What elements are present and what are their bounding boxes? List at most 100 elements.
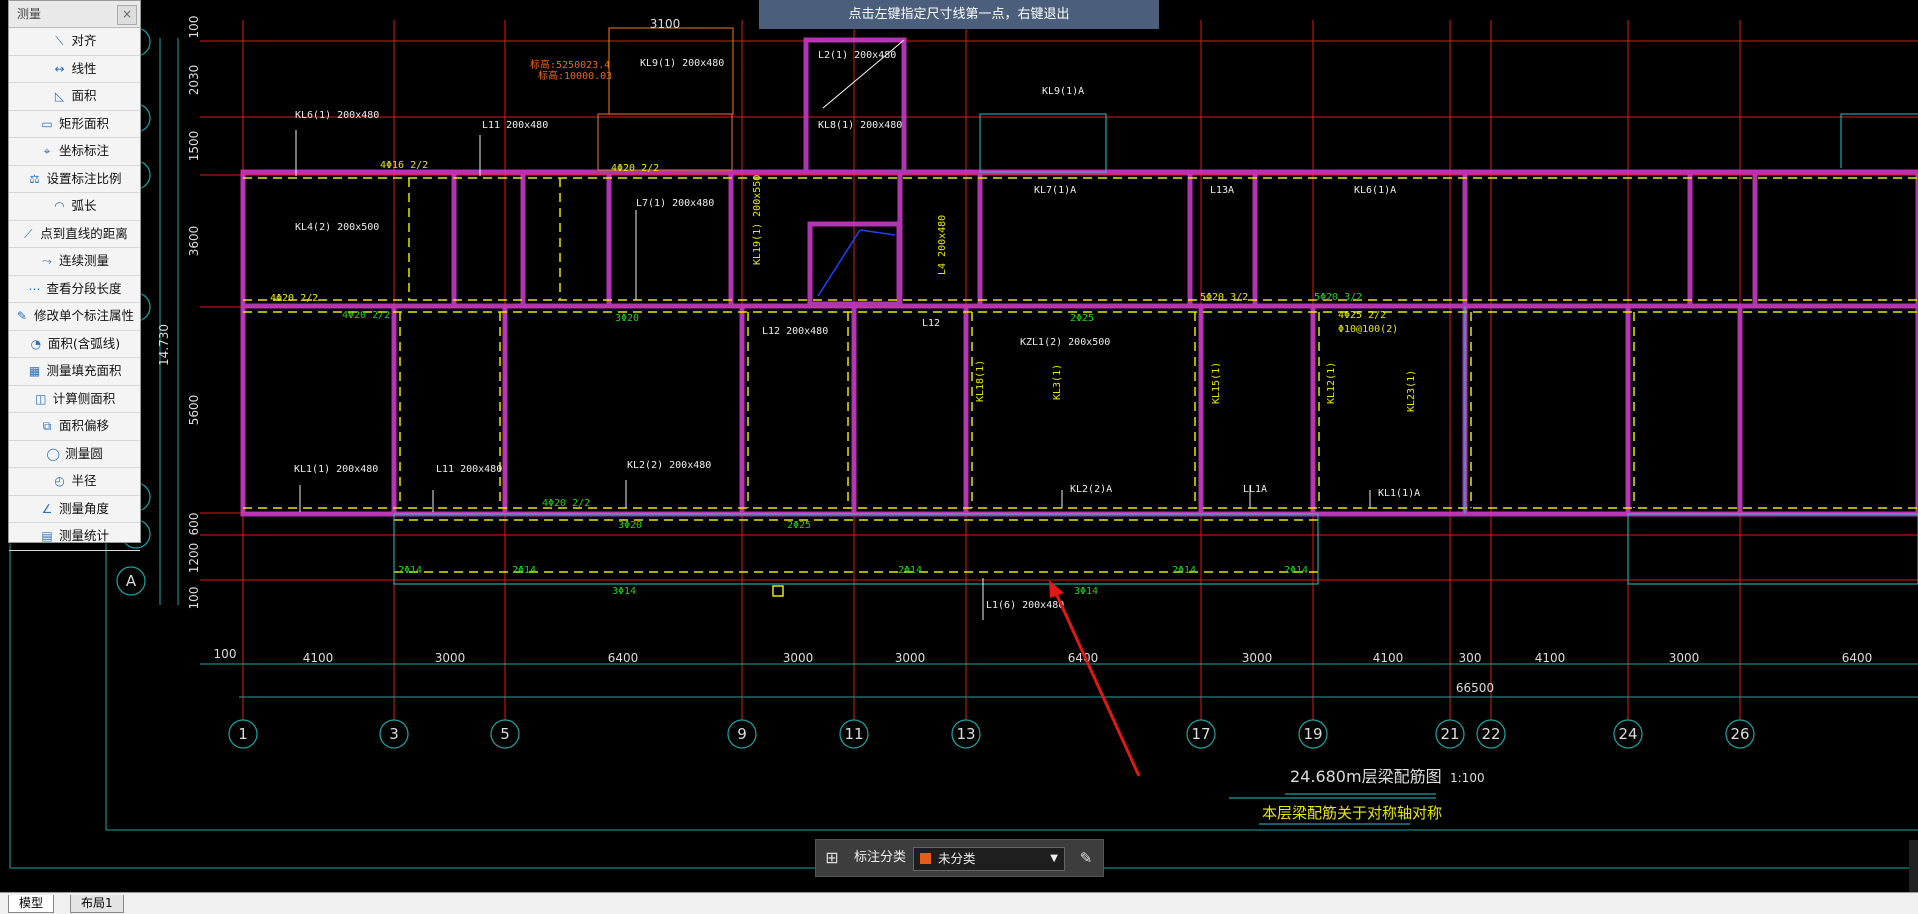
dim-text: 1500 [187, 131, 201, 162]
point-line-icon: ⟋ [24, 226, 33, 241]
axis-label: 13 [956, 725, 975, 743]
axis-label: 11 [844, 725, 863, 743]
beam-label: KL1(1)A [1378, 488, 1420, 499]
dim-text: 600 [187, 513, 201, 536]
dim-text: 3000 [895, 651, 926, 665]
measure-tool-label: 设置标注比例 [46, 170, 122, 186]
dim-text: 2030 [187, 65, 201, 96]
beam-label: KL7(1)A [1034, 185, 1076, 196]
measure-tool-button[interactable]: ⧉ 面积偏移 [9, 413, 140, 441]
radius-icon: ◴ [54, 474, 65, 488]
beam-label: KL15(1) [1211, 362, 1222, 404]
stats-icon: ▤ [41, 529, 53, 543]
measure-tool-button[interactable]: ⟍ 对齐 [9, 28, 140, 56]
dim-text: 3100 [650, 17, 681, 31]
tool-list: ⟍ 对齐 ↔ 线性 ◺ 面积 ▭ 矩形面积 ⌖ 坐标标注 ⚖ 设置标注比例 ◠ 弧长 ⟋ 点到直线的距离 ⤳ 连续… [9, 28, 140, 551]
axis-label: 24 [1618, 725, 1637, 743]
rebar-label: 3Φ20 [615, 313, 639, 324]
beam-label: KL12(1) [1326, 362, 1337, 404]
measure-tool-label: 测量角度 [58, 500, 109, 516]
rebar-label: 4Φ20 2/2 [611, 163, 659, 174]
beam-label: KL4(2) 200x500 [295, 222, 379, 233]
beam-label: L4 200x480 [937, 215, 948, 275]
beam-label: KL9(1)A [1042, 86, 1084, 97]
close-icon[interactable]: × [117, 5, 137, 25]
axis-label: 21 [1440, 725, 1459, 743]
axis-label: 17 [1191, 725, 1210, 743]
arc-icon: ◠ [54, 199, 65, 213]
dim-text: 6400 [1842, 651, 1873, 665]
measure-tool-button[interactable]: ⚖ 设置标注比例 [9, 166, 140, 193]
rebar-label: 4Φ20 2/2 [270, 293, 318, 304]
linear-icon: ↔ [54, 61, 65, 76]
rebar-label: 2Φ25 [1070, 313, 1094, 324]
measure-tool-button[interactable]: ∠ 测量角度 [9, 496, 140, 523]
rect-area-icon: ▭ [41, 116, 53, 131]
beam-label: L1(6) 200x480 [986, 600, 1064, 611]
annotation-category-select[interactable]: 未分类 ▼ [913, 847, 1065, 871]
rebar-label: 4Φ16 2/2 [380, 160, 428, 171]
red-note: 标高:5250023.4 [530, 58, 610, 71]
rebar-label: 4Φ20 2/2 [342, 310, 390, 321]
beam-label: KL23(1) [1406, 370, 1417, 412]
arc-area-icon: ◔ [30, 336, 42, 351]
measure-tool-button[interactable]: ◔ 面积(含弧线) [9, 331, 140, 358]
measure-tool-label: 线性 [71, 60, 97, 76]
rebar-label: 2Φ25 [787, 520, 811, 531]
drawing-note: 本层梁配筋关于对称轴对称 [1262, 804, 1442, 822]
rebar-label: 2Φ14 [898, 565, 922, 576]
annotation-category-value: 未分类 [938, 851, 976, 866]
measure-tool-button[interactable]: ⋯ 查看分段长度 [9, 276, 140, 303]
rebar-label: 3Φ14 [612, 586, 636, 597]
tab-model[interactable]: 模型 [8, 895, 55, 913]
measure-tool-button[interactable]: ◫ 计算侧面积 [9, 386, 140, 413]
rebar-label: 5Φ20 3/2 [1200, 292, 1248, 303]
measure-tool-button[interactable]: ⌖ 坐标标注 [9, 138, 140, 166]
measure-tool-label: 面积(含弧线) [47, 335, 121, 351]
measure-tool-button[interactable]: ✎ 修改单个标注属性 [9, 303, 140, 331]
dim-text: 4100 [1373, 651, 1404, 665]
measure-tool-label: 查看分段长度 [46, 280, 122, 296]
area-icon: ◺ [54, 89, 65, 103]
measure-tool-button[interactable]: ⤳ 连续测量 [9, 248, 140, 276]
beam-label: KL9(1) 200x480 [640, 58, 724, 69]
beam-label: KL2(2)A [1070, 484, 1112, 495]
rebar-label: 2Φ14 [1284, 565, 1308, 576]
measure-tool-label: 点到直线的距离 [40, 225, 128, 241]
measure-tool-button[interactable]: ◠ 弧长 [9, 193, 140, 221]
axis-label: 26 [1730, 725, 1749, 743]
beam-label: L13A [1210, 185, 1234, 196]
beam-label: L2(1) 200x480 [818, 50, 896, 61]
tab-layout1[interactable]: 布局1 [70, 895, 124, 913]
segment-icon: ⋯ [28, 281, 41, 296]
dim-text: 5600 [187, 395, 201, 426]
chevron-down-icon: ▼ [1050, 853, 1058, 864]
row-label: A [126, 572, 137, 590]
edit-icon[interactable]: ✎ [1076, 848, 1096, 868]
beam-label: KL1(1) 200x480 [294, 464, 378, 475]
measure-tool-button[interactable]: ▤ 测量统计 [9, 523, 140, 551]
dim-text: 4100 [303, 651, 334, 665]
grid-icon[interactable]: ⊞ [822, 848, 842, 868]
measure-tool-label: 面积偏移 [58, 418, 109, 433]
beam-label: KL19(1) 200x550 [752, 175, 763, 265]
measure-tool-button[interactable]: ◴ 半径 [9, 468, 140, 496]
measure-tool-label: 修改单个标注属性 [33, 308, 134, 323]
measure-panel-title: 测量 × [9, 1, 140, 28]
measure-tool-button[interactable]: ◺ 面积 [9, 83, 140, 111]
measure-tool-button[interactable]: ◯ 测量圆 [9, 441, 140, 468]
beam-label: KL2(2) 200x480 [627, 460, 711, 471]
measure-tool-button[interactable]: ▦ 测量填充面积 [9, 358, 140, 386]
dim-text: 1200 [187, 543, 201, 574]
rebar-label: 2Φ14 [398, 565, 422, 576]
fill-area-icon: ▦ [28, 364, 41, 378]
edit-dim-icon: ✎ [16, 309, 28, 323]
axis-label: 3 [389, 725, 399, 743]
measure-tool-button[interactable]: ↔ 线性 [9, 56, 140, 83]
cad-drawing-canvas[interactable]: 1 3 5 9 11 13 17 19 21 22 24 26 A 100 41… [0, 0, 1918, 913]
measure-tool-label: 连续测量 [58, 253, 109, 268]
measure-tool-button[interactable]: ▭ 矩形面积 [9, 111, 140, 138]
dim-text: 6400 [608, 651, 639, 665]
measure-tool-button[interactable]: ⟋ 点到直线的距离 [9, 221, 140, 248]
dim-total: 66500 [1456, 681, 1494, 695]
